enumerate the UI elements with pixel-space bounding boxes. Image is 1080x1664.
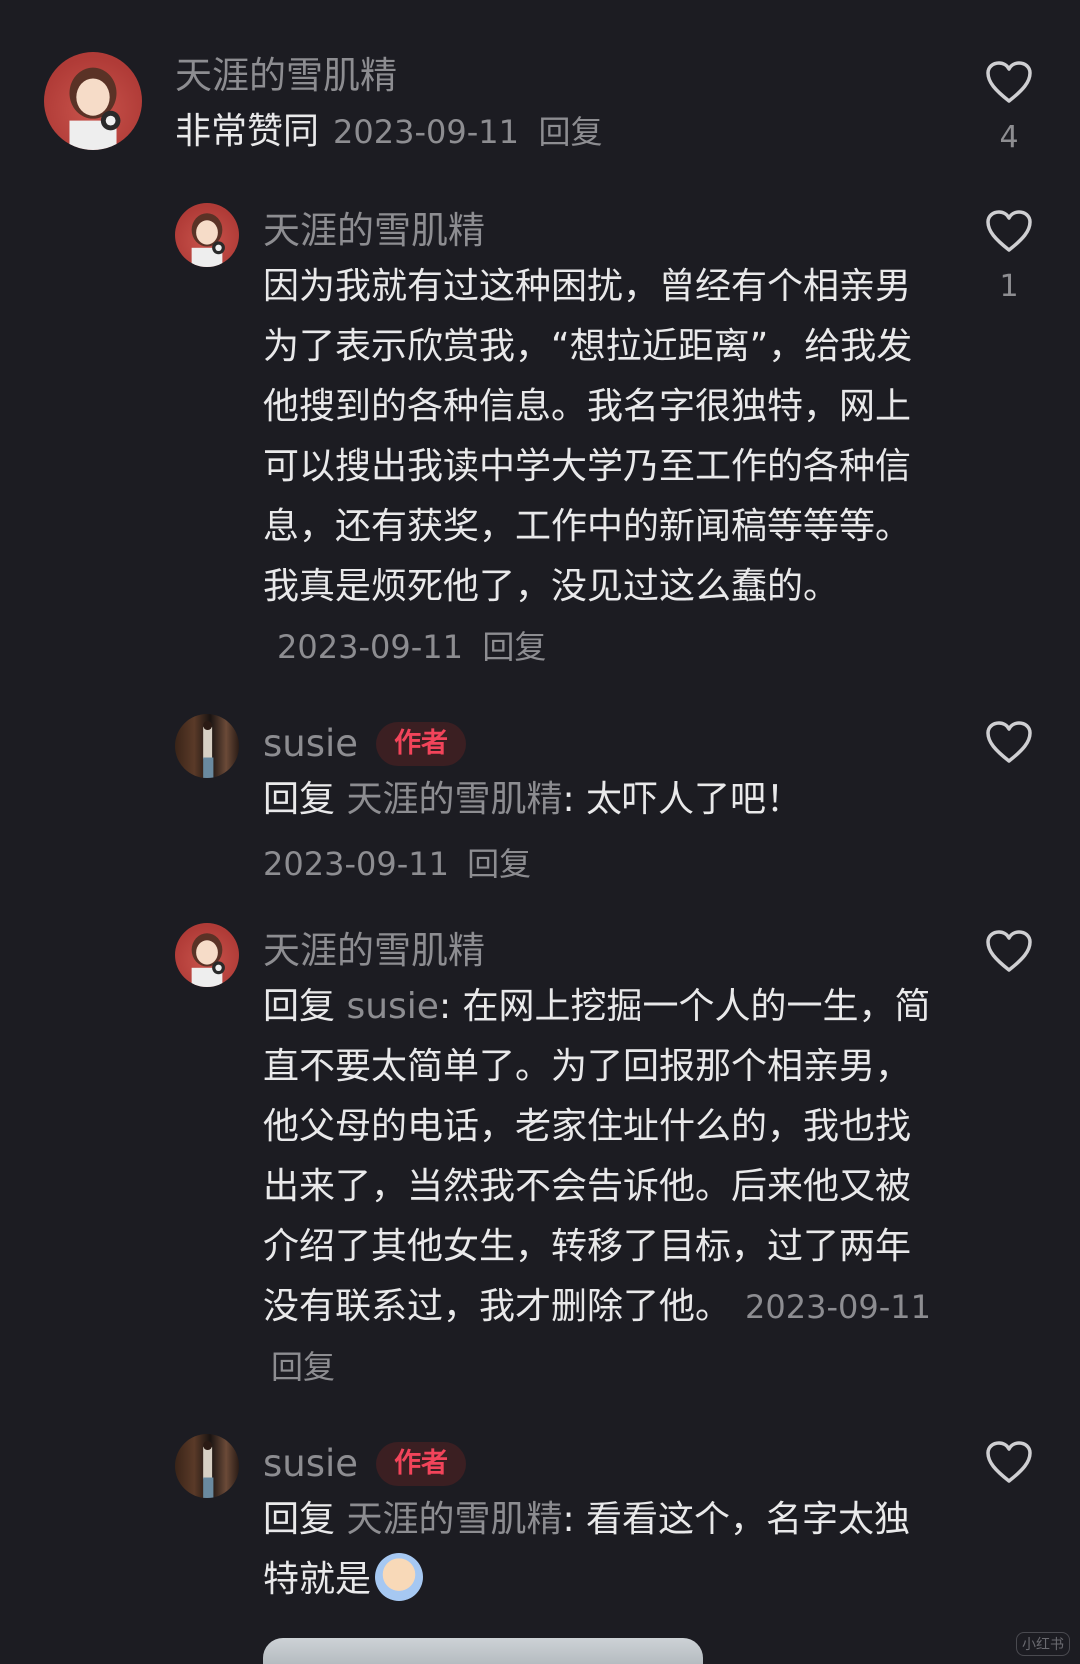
reply-target[interactable]: susie [346,986,438,1027]
attached-image[interactable] [263,1638,703,1664]
author-badge: 作者 [376,1442,467,1486]
comment-body: : 太吓人了吧！ [562,779,803,820]
avatar[interactable] [175,923,239,987]
comment-author[interactable]: 天涯的雪肌精 [263,929,485,973]
author-name: susie [263,722,359,765]
watermark: 小红书 [1016,1632,1070,1656]
comment-body: 因为我就有过这种困扰，曾经有个相亲男为了表示欣赏我，“想拉近距离”，给我发他搜到… [263,266,913,607]
heart-icon [986,721,1032,763]
avatar[interactable] [175,714,239,778]
reply-target[interactable]: 天涯的雪肌精 [346,1499,562,1540]
avatar[interactable] [175,203,239,267]
reply-button[interactable]: 回复 [482,628,546,666]
comment-text: 回复 susie: 在网上挖掘一个人的一生，简直不要太简单了。为了回报那个相亲男… [263,977,933,1397]
avatar[interactable] [175,1434,239,1498]
comment-author[interactable]: susie 作者 [263,1442,467,1486]
comment-date: 2023-09-11 [745,1288,931,1326]
crying-face-emoji-icon [375,1553,424,1601]
comment-text: 回复 天涯的雪肌精: 太吓人了吧！ [263,770,933,830]
avatar[interactable] [44,52,142,150]
like-button[interactable]: 1 [984,209,1034,304]
heart-icon [986,930,1032,972]
reply-prefix: 回复 [263,779,336,820]
like-button[interactable] [984,929,1034,973]
heart-icon [986,1441,1032,1483]
comment-text: 非常赞同 2023-09-11 回复 [175,102,935,162]
comment-date: 2023-09-11 [333,113,519,151]
author-badge: 作者 [376,722,467,766]
reply-button[interactable]: 回复 [271,1348,335,1386]
like-count: 1 [999,269,1019,304]
like-button[interactable] [984,720,1034,764]
comment-author[interactable]: 天涯的雪肌精 [263,209,485,253]
comment-date: 2023-09-11 [263,845,449,883]
comment-body: : 在网上挖掘一个人的一生，简直不要太简单了。为了回报那个相亲男，他父母的电话，… [263,986,931,1327]
like-button[interactable]: 4 [984,60,1034,155]
reply-prefix: 回复 [263,986,336,1027]
comment-text: 回复 天涯的雪肌精: 看看这个，名字太独特就是 [263,1490,933,1610]
comment-author[interactable]: susie 作者 [263,722,467,766]
like-button[interactable] [984,1440,1034,1484]
comment-body: 非常赞同 [175,111,320,152]
reply-prefix: 回复 [263,1499,336,1540]
reply-button[interactable]: 回复 [467,845,531,883]
comment-meta: 2023-09-11 回复 [263,842,531,886]
like-count: 4 [999,120,1019,155]
comment-text: 因为我就有过这种困扰，曾经有个相亲男为了表示欣赏我，“想拉近距离”，给我发他搜到… [263,257,933,677]
comment-author[interactable]: 天涯的雪肌精 [175,54,397,98]
heart-icon [986,210,1032,252]
comment-date: 2023-09-11 [277,628,463,666]
heart-icon [986,61,1032,103]
reply-button[interactable]: 回复 [538,113,602,151]
reply-target[interactable]: 天涯的雪肌精 [346,779,562,820]
author-name: susie [263,1442,359,1485]
